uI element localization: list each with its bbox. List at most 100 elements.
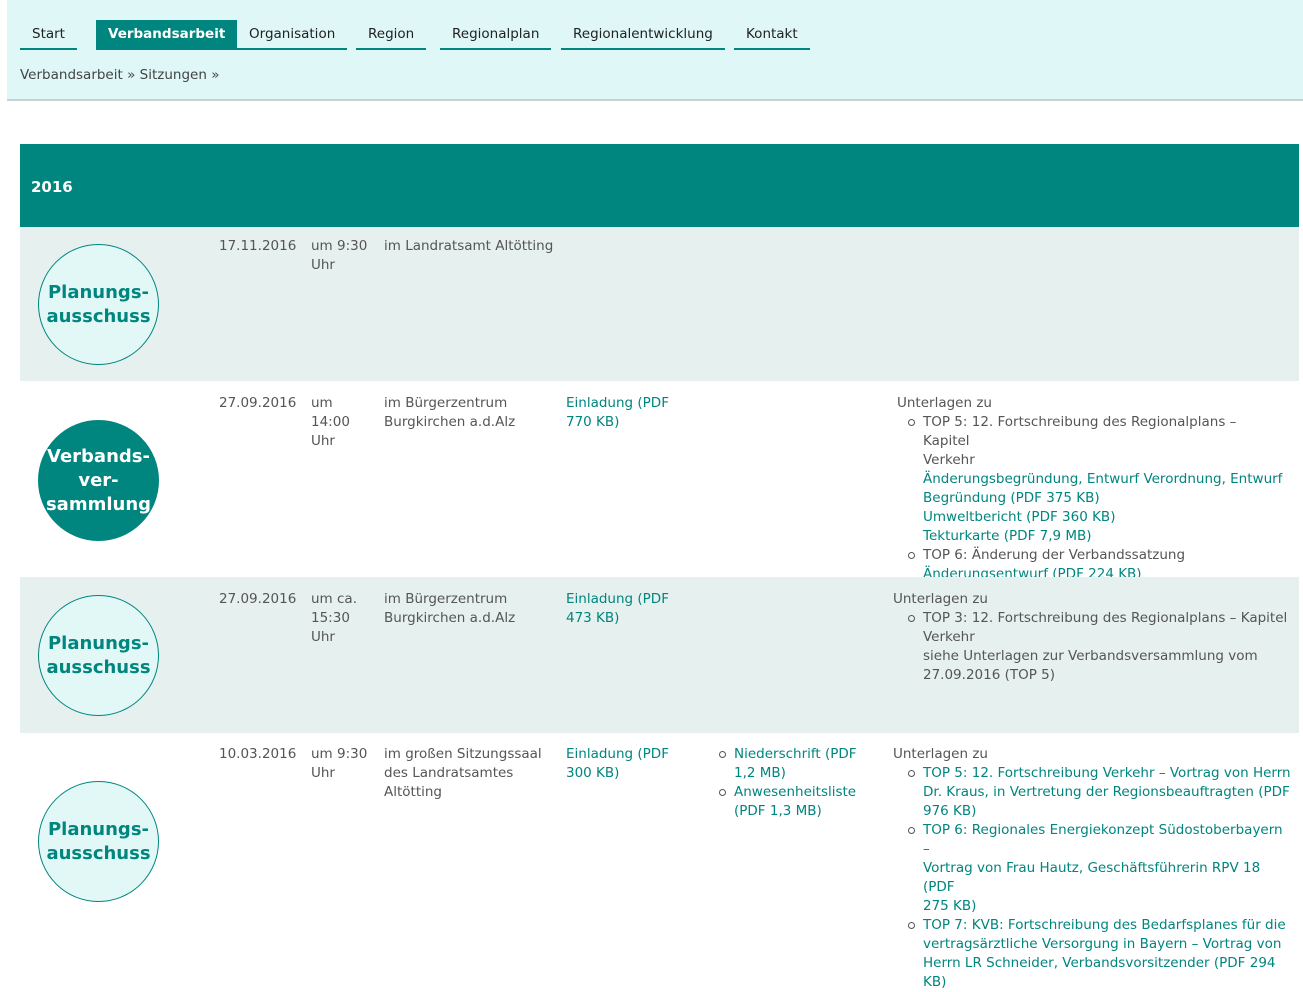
document-link[interactable]: Tekturkarte (PDF 7,9 MB) [923, 527, 1287, 546]
time-line: um [311, 395, 333, 411]
documents-section: Unterlagen zu TOP 5: 12. Fortschreibung … [897, 394, 1287, 584]
badge-line: Planungs- [47, 818, 150, 840]
time-line: 14:00 [311, 414, 350, 430]
nav-verbandsarbeit[interactable]: Verbandsarbeit [96, 20, 238, 50]
meeting-date: 27.09.2016 [219, 591, 297, 607]
document-link[interactable]: Umweltbericht (PDF 360 KB) [923, 508, 1287, 527]
agenda-item: TOP 7: KVB: Fortschreibung des Bedarfspl… [908, 916, 1293, 992]
breadcrumb-separator: » [211, 67, 220, 83]
meeting-row: Verbands- ver- sammlung 27.09.2016 um 14… [20, 381, 1299, 582]
time-line: Uhr [311, 765, 335, 781]
meeting-place: im Bürgerzentrum Burgkirchen a.d.Alz [384, 394, 515, 432]
badge-line: ausschuss [46, 842, 151, 864]
agenda-title: TOP 6: Änderung der Verbandssatzung [923, 547, 1186, 563]
nav-start[interactable]: Start [20, 20, 77, 50]
invitation-link[interactable]: Einladung (PDF 770 KB) [566, 394, 669, 432]
place-line: im Bürgerzentrum [384, 591, 508, 607]
documents-label: Unterlagen zu [897, 395, 992, 411]
agenda-title: TOP 5: 12. Fortschreibung des Regionalpl… [923, 414, 1237, 449]
meeting-type-badge: Planungs- ausschuss [38, 781, 159, 902]
place-line: Altötting [384, 784, 443, 800]
nav-regionalplan[interactable]: Regionalplan [440, 20, 552, 50]
badge-line: sammlung [45, 493, 152, 515]
badge-line: Planungs- [47, 281, 150, 303]
meeting-date: 17.11.2016 [219, 238, 297, 254]
badge-line: ausschuss [46, 305, 151, 327]
badge-line: Planungs- [47, 632, 150, 654]
minutes-section: Niederschrift (PDF 1,2 MB) Anwesenheitsl… [719, 745, 879, 821]
documents-label: Unterlagen zu [893, 746, 988, 762]
agenda-item: TOP 5: 12. Fortschreibung des Regionalpl… [908, 413, 1287, 546]
attendance-list-link[interactable]: Anwesenheitsliste (PDF 1,3 MB) [734, 783, 879, 821]
time-line: um 9:30 [311, 746, 368, 762]
place-line: des Landratsamtes [384, 765, 514, 781]
meeting-type-badge: Verbands- ver- sammlung [38, 420, 159, 541]
invitation-link[interactable]: Einladung (PDF 300 KB) [566, 745, 669, 783]
time-line: 15:30 [311, 610, 350, 626]
documents-section: Unterlagen zu TOP 5: 12. Fortschreibung … [893, 745, 1293, 992]
meeting-place: im Bürgerzentrum Burgkirchen a.d.Alz [384, 590, 515, 628]
meeting-type-badge: Planungs- ausschuss [38, 595, 159, 716]
link-line: 770 KB) [566, 414, 620, 430]
link-line: Einladung (PDF [566, 746, 669, 762]
invitation-link[interactable]: Einladung (PDF 473 KB) [566, 590, 669, 628]
place-line: im großen Sitzungssaal [384, 746, 542, 762]
meeting-row: Planungs- ausschuss 27.09.2016 um ca. 15… [20, 577, 1299, 733]
nav-region[interactable]: Region [356, 20, 427, 50]
meeting-time: um 14:00 Uhr [311, 394, 350, 451]
meeting-row: Planungs- ausschuss 10.03.2016 um 9:30 U… [20, 733, 1299, 990]
time-line: um ca. [311, 591, 357, 607]
meeting-date: 27.09.2016 [219, 395, 297, 411]
breadcrumb-sitzungen[interactable]: Sitzungen [140, 67, 207, 83]
time-line: um 9:30 [311, 238, 368, 254]
breadcrumb-verbandsarbeit[interactable]: Verbandsarbeit [20, 67, 123, 83]
documents-label: Unterlagen zu [893, 591, 988, 607]
place-line: im Bürgerzentrum [384, 395, 508, 411]
document-link[interactable]: Änderungsbegründung, Entwurf Verordnung,… [923, 470, 1287, 508]
link-line: 300 KB) [566, 765, 620, 781]
meeting-time: um ca. 15:30 Uhr [311, 590, 357, 647]
minutes-link[interactable]: Niederschrift (PDF 1,2 MB) [734, 745, 879, 783]
agenda-item: TOP 6: Regionales Energiekonzept Südosto… [908, 821, 1293, 916]
agenda-title: Verkehr [923, 452, 975, 468]
meeting-place: im großen Sitzungssaal des Landratsamtes… [384, 745, 542, 802]
agenda-note: siehe Unterlagen zur Verbandsversammlung… [923, 648, 1258, 664]
meeting-row: Planungs- ausschuss 17.11.2016 um 9:30 U… [20, 227, 1299, 381]
badge-line: ver- [78, 469, 119, 491]
nav-organisation[interactable]: Organisation [237, 20, 348, 50]
breadcrumb-separator: » [127, 67, 136, 83]
meeting-time: um 9:30 Uhr [311, 237, 367, 275]
document-link[interactable]: TOP 6: Regionales Energiekonzept Südosto… [923, 821, 1293, 916]
nav-kontakt[interactable]: Kontakt [734, 20, 810, 50]
documents-list: TOP 5: 12. Fortschreibung Verkehr – Vort… [908, 764, 1293, 992]
documents-list: TOP 3: 12. Fortschreibung des Regionalpl… [908, 609, 1288, 685]
minutes-list: Niederschrift (PDF 1,2 MB) Anwesenheitsl… [719, 745, 879, 821]
link-line: 473 KB) [566, 610, 620, 626]
year-heading: 2016 [20, 144, 1299, 227]
site-header: Start Verbandsarbeit Organisation Region… [7, 0, 1303, 101]
meeting-place: im Landratsamt Altötting [384, 238, 554, 254]
agenda-note: 27.09.2016 (TOP 5) [923, 667, 1056, 683]
place-line: Burgkirchen a.d.Alz [384, 610, 516, 626]
attendance-item: Anwesenheitsliste (PDF 1,3 MB) [719, 783, 879, 821]
agenda-item: TOP 3: 12. Fortschreibung des Regionalpl… [908, 609, 1288, 685]
meeting-time: um 9:30 Uhr [311, 745, 367, 783]
badge-line: Verbands- [47, 445, 150, 467]
minutes-item: Niederschrift (PDF 1,2 MB) [719, 745, 879, 783]
nav-regionalentwicklung[interactable]: Regionalentwicklung [561, 20, 725, 50]
year-label: 2016 [31, 178, 73, 196]
breadcrumb: Verbandsarbeit » Sitzungen » [20, 67, 219, 83]
link-line: Einladung (PDF [566, 591, 669, 607]
agenda-title: Verkehr [923, 629, 975, 645]
meeting-type-badge: Planungs- ausschuss [38, 244, 159, 365]
documents-list: TOP 5: 12. Fortschreibung des Regionalpl… [908, 413, 1287, 584]
place-line: Burgkirchen a.d.Alz [384, 414, 516, 430]
document-link[interactable]: TOP 5: 12. Fortschreibung Verkehr – Vort… [923, 764, 1293, 821]
time-line: Uhr [311, 629, 335, 645]
agenda-title: TOP 3: 12. Fortschreibung des Regionalpl… [923, 610, 1288, 626]
badge-line: ausschuss [46, 656, 151, 678]
link-line: Einladung (PDF [566, 395, 669, 411]
documents-section: Unterlagen zu TOP 3: 12. Fortschreibung … [893, 590, 1288, 685]
document-link[interactable]: TOP 7: KVB: Fortschreibung des Bedarfspl… [923, 916, 1293, 992]
agenda-item: TOP 5: 12. Fortschreibung Verkehr – Vort… [908, 764, 1293, 821]
